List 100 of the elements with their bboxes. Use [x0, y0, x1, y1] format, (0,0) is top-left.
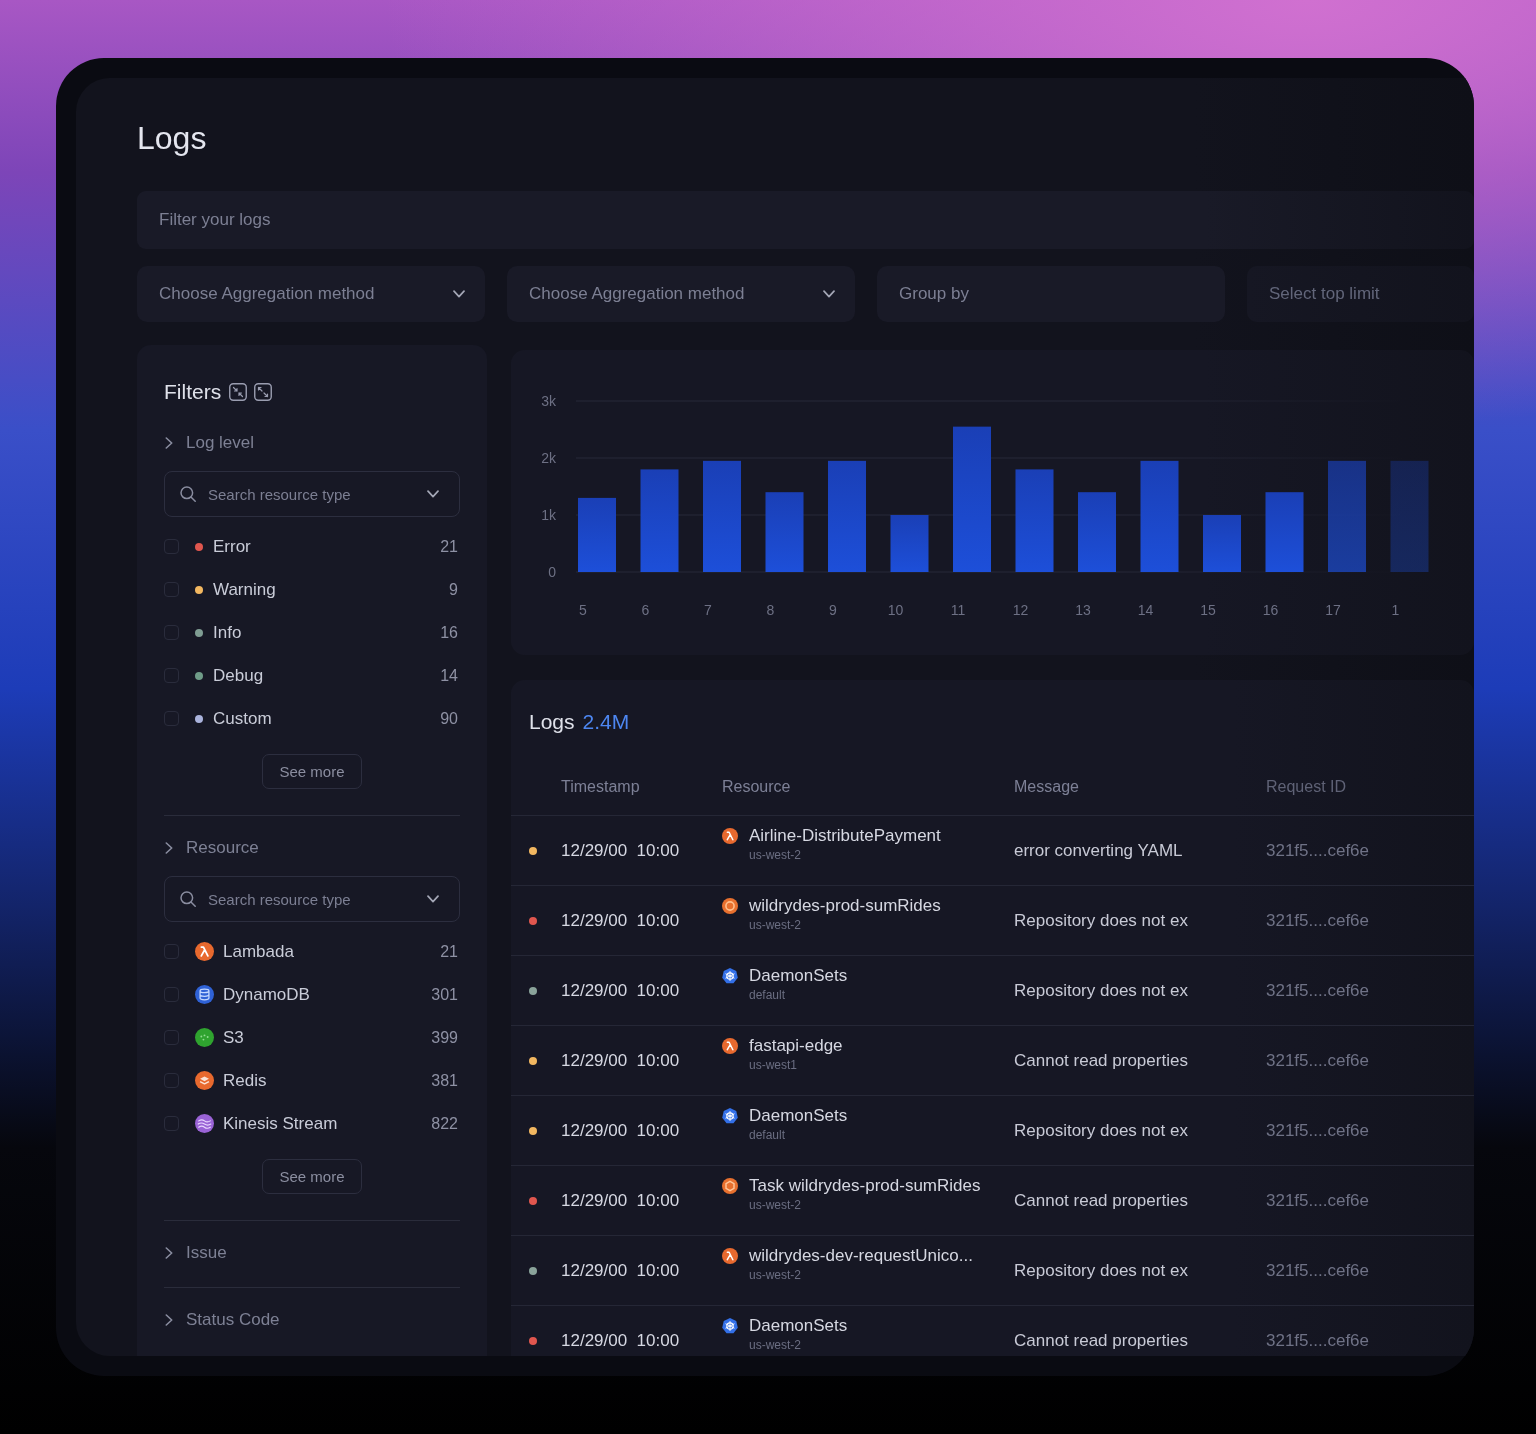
search-field[interactable]: Search resource type: [164, 471, 460, 517]
x-axis-label: 11: [950, 602, 966, 618]
resource-name: Task wildrydes-prod-sumRides: [749, 1175, 981, 1197]
chevron-down-icon: [427, 490, 439, 498]
chevron-down-icon: [453, 290, 465, 298]
filter-count: 399: [431, 1028, 459, 1047]
filter-count: 14: [440, 666, 459, 685]
x-axis-label: 14: [1137, 602, 1154, 618]
x-axis-label: 15: [1200, 602, 1216, 618]
resource-name: DaemonSets: [749, 965, 848, 987]
request-id: 321f5....cef6e: [1266, 1190, 1371, 1211]
chevron-right-icon: [165, 437, 173, 449]
filter-input[interactable]: Filter your logs: [137, 191, 1474, 249]
y-axis-label: 2k: [541, 450, 556, 466]
log-message: Cannot read properties: [1014, 1050, 1189, 1071]
region-label: us-west-2: [749, 1268, 802, 1283]
log-message: error converting YAML: [1014, 840, 1184, 861]
expand-icon[interactable]: [254, 383, 273, 401]
x-axis-label: 17: [1325, 602, 1341, 618]
resource-name: fastapi-edge: [749, 1035, 843, 1057]
section-header[interactable]: Resource: [164, 836, 259, 860]
column-header: Timestamp: [561, 777, 641, 796]
timestamp: 12/29/00 10:00: [561, 1190, 681, 1211]
select-field[interactable]: Choose Aggregation method: [137, 266, 485, 322]
request-id: 321f5....cef6e: [1266, 980, 1371, 1001]
resource-name: DaemonSets: [749, 1315, 848, 1337]
timestamp: 12/29/00 10:00: [561, 1260, 681, 1281]
search-field[interactable]: Search resource type: [164, 876, 460, 922]
resource-name: wildrydes-prod-sumRides: [749, 895, 941, 917]
see-more-button[interactable]: See more: [262, 754, 362, 789]
input-field[interactable]: Select top limit: [1247, 266, 1474, 322]
filter-option-label: Custom: [213, 708, 272, 729]
chevron-right-icon: [165, 842, 173, 854]
x-axis-label: 7: [704, 602, 712, 618]
filter-count: 9: [449, 580, 459, 599]
filter-option-label: Warning: [213, 579, 276, 600]
speckled-disc-icon: [195, 1028, 214, 1047]
filter-count: 381: [431, 1071, 459, 1090]
request-id: 321f5....cef6e: [1266, 1260, 1371, 1281]
select-field[interactable]: Choose Aggregation method: [507, 266, 855, 322]
filter-option-label: Debug: [213, 665, 264, 686]
section-header[interactable]: Status Code: [164, 1308, 280, 1332]
column-header: Message: [1014, 777, 1080, 796]
resource-name: Airline-DistributePayment: [749, 825, 941, 847]
resource-name: wildrydes-dev-requestUnico...: [749, 1245, 973, 1267]
x-axis-label: 10: [887, 602, 904, 618]
region-label: us-west-2: [749, 1338, 802, 1353]
filter-count: 16: [440, 623, 459, 642]
cube-stack-icon: [195, 1071, 214, 1090]
filter-option-label: S3: [223, 1027, 244, 1048]
chevron-down-icon: [823, 290, 835, 298]
filter-option-label: Redis: [223, 1070, 267, 1091]
region-label: default: [749, 1128, 787, 1143]
region-label: us-west-2: [749, 1198, 802, 1213]
timestamp: 12/29/00 10:00: [561, 910, 681, 931]
filter-count: 21: [440, 942, 459, 961]
ring-icon: [722, 898, 738, 914]
see-more-button[interactable]: See more: [262, 1159, 362, 1194]
search-icon: [180, 486, 196, 502]
request-id: 321f5....cef6e: [1266, 1050, 1371, 1071]
lambda-icon: [195, 942, 214, 961]
x-axis-label: 16: [1262, 602, 1279, 618]
collapse-icon[interactable]: [229, 383, 248, 401]
helm-wheel-icon: [722, 1318, 738, 1334]
filter-count: 90: [440, 709, 459, 728]
column-header: Resource: [722, 777, 792, 796]
lambda-icon: [722, 828, 738, 844]
input-field[interactable]: Group by: [877, 266, 1225, 322]
log-message: Repository does not ex: [1014, 1120, 1189, 1141]
x-axis-label: 12: [1012, 602, 1029, 618]
filter-option-label: Error: [213, 536, 251, 557]
filter-option-label: Info: [213, 622, 242, 643]
timestamp: 12/29/00 10:00: [561, 1330, 681, 1351]
chart-bar: [1203, 515, 1241, 572]
region-label: us-west-2: [749, 918, 802, 933]
database-icon: [195, 985, 214, 1004]
helm-wheel-icon: [722, 1108, 738, 1124]
log-message: Cannot read properties: [1014, 1330, 1189, 1351]
timestamp: 12/29/00 10:00: [561, 980, 681, 1001]
region-label: us-west-2: [749, 848, 802, 863]
section-header[interactable]: Log level: [164, 431, 255, 455]
chevron-right-icon: [165, 1314, 173, 1326]
filter-count: 301: [431, 985, 459, 1004]
chart-bar: [890, 515, 929, 572]
x-axis-label: 9: [829, 602, 837, 618]
waves-icon: [195, 1114, 214, 1133]
log-message: Cannot read properties: [1014, 1190, 1189, 1211]
x-axis-label: 8: [766, 602, 775, 618]
hexagon-icon: [722, 1178, 738, 1194]
x-axis-label: 1: [1391, 602, 1400, 618]
chevron-right-icon: [165, 1247, 173, 1259]
filter-count: 822: [431, 1114, 459, 1133]
request-id: 321f5....cef6e: [1266, 1330, 1371, 1351]
filters-title: Filters: [164, 380, 222, 404]
resource-name: DaemonSets: [749, 1105, 848, 1127]
log-message: Repository does not ex: [1014, 1260, 1189, 1281]
section-header[interactable]: Issue: [164, 1241, 227, 1265]
timestamp: 12/29/00 10:00: [561, 1050, 681, 1071]
log-count: 2.4M: [582, 709, 630, 735]
logs-title: Logs: [529, 709, 575, 735]
